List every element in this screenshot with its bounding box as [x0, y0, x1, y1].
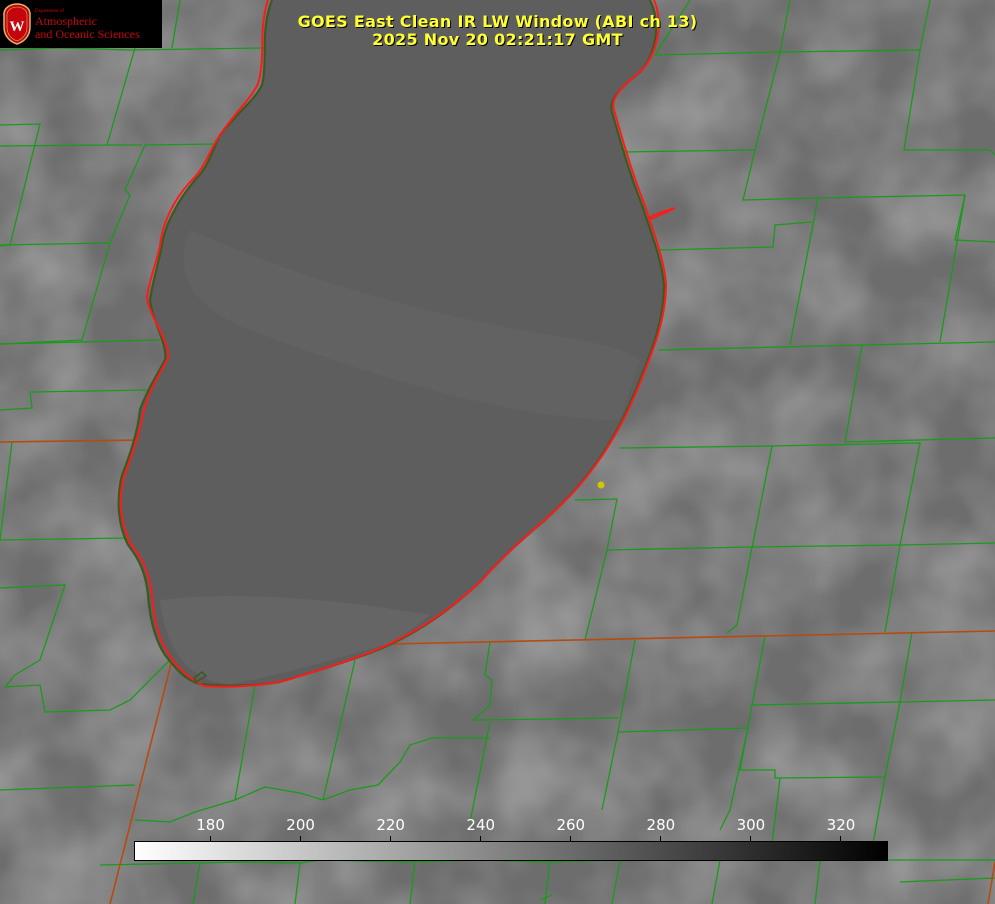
satellite-map	[0, 0, 995, 904]
colorbar-tick-label: 300	[736, 816, 766, 834]
station-marker	[597, 481, 605, 489]
image-timestamp: 2025 Nov 20 02:21:17 GMT	[372, 30, 623, 49]
colorbar-tick-label: 280	[646, 816, 676, 834]
colorbar-tick-label: 220	[376, 816, 405, 834]
colorbar-tick-label: 200	[286, 816, 315, 834]
colorbar-tick-label: 240	[466, 816, 496, 834]
temperature-colorbar	[134, 841, 888, 861]
colorbar-tick-label: 260	[556, 816, 586, 834]
satellite-image-viewer: W Department of Atmospheric and Oceanic …	[0, 0, 995, 904]
colorbar-tick-label: 320	[826, 816, 856, 834]
colorbar-tick-label: 180	[196, 816, 225, 834]
image-title: GOES East Clean IR LW Window (ABI ch 13)	[297, 12, 698, 31]
